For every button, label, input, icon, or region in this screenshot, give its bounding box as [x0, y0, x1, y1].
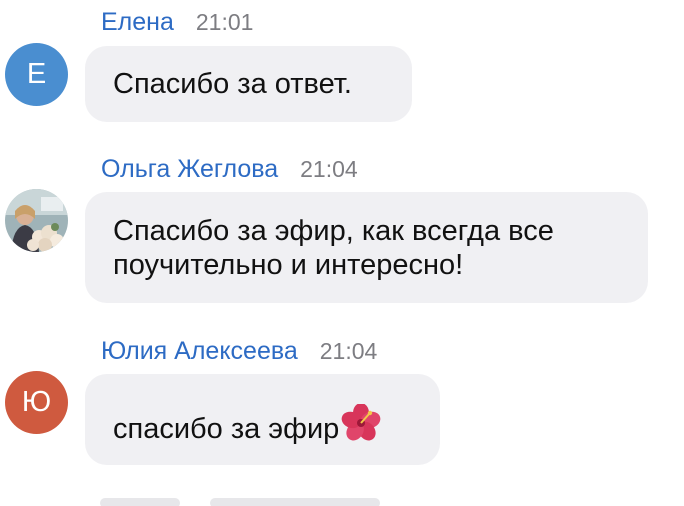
message-time: 21:04: [300, 156, 358, 182]
message-text: спасибо за эфир: [113, 413, 340, 445]
message-bubble: спасибо за эфир: [85, 374, 440, 465]
message-text-line: Спасибо за эфир, как всегда все: [113, 215, 554, 247]
avatar[interactable]: [5, 189, 68, 252]
avatar-letter: Е: [26, 58, 47, 90]
message-text-line: поучительно и интересно!: [113, 249, 464, 281]
author-name[interactable]: Елена: [101, 8, 174, 37]
avatar-photo: [5, 189, 68, 252]
next-message-peek: [100, 498, 180, 506]
avatar[interactable]: Е: [5, 43, 68, 106]
message-header: Елена 21:01: [101, 8, 253, 40]
avatar-letter: Ю: [21, 386, 52, 418]
message-time: 21:01: [195, 9, 254, 35]
message-text: Спасибо за ответ.: [113, 68, 352, 100]
next-message-peek: [210, 498, 380, 506]
message-bubble: Спасибо за ответ.: [85, 46, 412, 122]
message-time: 21:04: [319, 338, 378, 364]
author-name[interactable]: Юлия Алексеева: [101, 337, 298, 366]
message-bubble: Спасибо за эфир, как всегда все поучител…: [85, 192, 648, 303]
message-header: Ольга Жеглова 21:04: [101, 155, 358, 187]
avatar[interactable]: Ю: [5, 371, 68, 434]
chat-message-list: Елена 21:01 Е Спасибо за ответ. Ольга Же…: [0, 0, 684, 506]
hibiscus-icon: [341, 404, 381, 441]
message-header: Юлия Алексеева 21:04: [101, 337, 377, 369]
author-name[interactable]: Ольга Жеглова: [101, 155, 278, 184]
